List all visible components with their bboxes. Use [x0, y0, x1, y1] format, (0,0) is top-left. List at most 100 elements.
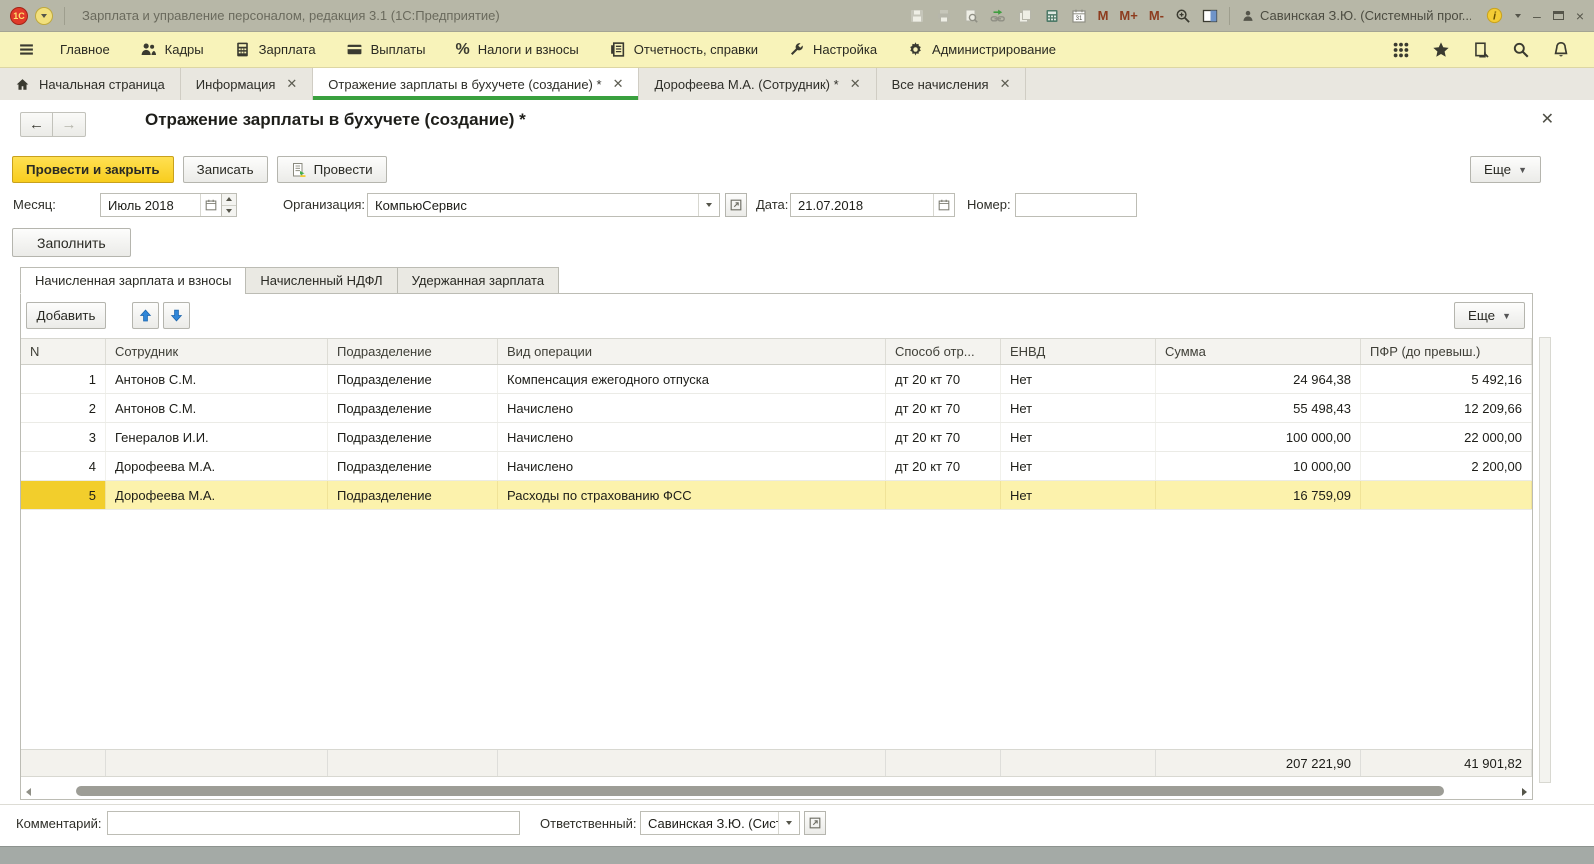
more-actions-button[interactable]: Еще ▼	[1469, 156, 1541, 183]
column-header[interactable]: Подразделение	[328, 339, 498, 364]
open-organization-button[interactable]	[725, 193, 747, 217]
table-cell-method[interactable]	[886, 481, 1001, 509]
write-button[interactable]: Записать	[182, 156, 268, 183]
table-cell-envd[interactable]: Нет	[1001, 394, 1156, 422]
search-icon[interactable]	[1512, 41, 1530, 59]
apps-grid-icon[interactable]	[1392, 41, 1410, 59]
date-input[interactable]: 21.07.2018	[790, 193, 955, 217]
calendar-icon[interactable]: 31	[1071, 8, 1087, 24]
table-row[interactable]: 5 Дорофеева М.А. Подразделение Расходы по с…	[21, 481, 1532, 510]
system-menu-chevron-icon[interactable]	[35, 6, 53, 25]
table-cell-sum[interactable]: 100 000,00	[1156, 423, 1361, 451]
table-cell-sum[interactable]: 24 964,38	[1156, 365, 1361, 393]
menu-item-главное[interactable]: Главное	[45, 32, 125, 68]
table-cell-operation[interactable]: Начислено	[498, 452, 886, 480]
memory-m+-button[interactable]: M+	[1119, 8, 1137, 23]
month-stepper[interactable]	[222, 193, 237, 217]
menu-item-кадры[interactable]: Кадры	[125, 32, 219, 68]
fill-button[interactable]: Заполнить	[12, 228, 131, 257]
table-cell-pfr[interactable]: 5 492,16	[1361, 365, 1532, 393]
window-tab[interactable]: Отражение зарплаты в бухучете (создание)…	[313, 68, 640, 100]
scroll-right-icon[interactable]	[1522, 788, 1527, 796]
table-cell-n[interactable]: 5	[21, 481, 106, 509]
menu-item-зарплата[interactable]: Зарплата	[219, 32, 331, 68]
panels-icon[interactable]	[1202, 8, 1218, 24]
memory-m--button[interactable]: M-	[1149, 8, 1164, 23]
table-row[interactable]: 1 Антонов С.М. Подразделение Компенсация еж…	[21, 365, 1532, 394]
table-cell-employee[interactable]: Дорофеева М.А.	[106, 481, 328, 509]
vertical-scrollbar[interactable]	[1539, 337, 1551, 783]
favorites-star-icon[interactable]	[1432, 41, 1450, 59]
table-cell-pfr[interactable]: 22 000,00	[1361, 423, 1532, 451]
comment-input[interactable]	[107, 811, 520, 835]
column-header[interactable]: Сотрудник	[106, 339, 328, 364]
menu-item-выплаты[interactable]: Выплаты	[331, 32, 441, 68]
table-cell-sum[interactable]: 10 000,00	[1156, 452, 1361, 480]
tab-close-icon[interactable]: ✕	[850, 76, 861, 92]
move-row-up-button[interactable]	[132, 302, 159, 329]
window-tab[interactable]: Информация ✕	[181, 68, 314, 100]
window-tab[interactable]: Все начисления ✕	[877, 68, 1027, 100]
calendar-picker-icon[interactable]	[933, 194, 954, 216]
memory-m-button[interactable]: M	[1098, 8, 1109, 23]
column-header[interactable]: Сумма	[1156, 339, 1361, 364]
save-icon[interactable]	[909, 8, 925, 24]
menu-item-администрирование[interactable]: Администрирование	[892, 32, 1071, 68]
menu-item-налоги-и-взносы[interactable]: % Налоги и взносы	[440, 32, 593, 68]
close-form-icon[interactable]: ✕	[1541, 112, 1554, 128]
main-menu-button[interactable]	[8, 32, 45, 68]
minimize-button[interactable]: –	[1533, 9, 1541, 23]
table-cell-n[interactable]: 1	[21, 365, 106, 393]
organization-dropdown-icon[interactable]	[698, 194, 719, 216]
table-cell-envd[interactable]: Нет	[1001, 365, 1156, 393]
table-cell-employee[interactable]: Генералов И.И.	[106, 423, 328, 451]
table-cell-pfr[interactable]: 2 200,00	[1361, 452, 1532, 480]
form-tab[interactable]: Удержанная зарплата	[396, 267, 560, 294]
table-cell-department[interactable]: Подразделение	[328, 452, 498, 480]
table-cell-method[interactable]: дт 20 кт 70	[886, 452, 1001, 480]
restore-button[interactable]	[1552, 11, 1564, 20]
scrollbar-thumb[interactable]	[76, 786, 1444, 796]
table-cell-sum[interactable]: 55 498,43	[1156, 394, 1361, 422]
table-cell-employee[interactable]: Антонов С.М.	[106, 365, 328, 393]
copy-link-icon[interactable]	[1017, 8, 1033, 24]
open-responsible-button[interactable]	[804, 811, 826, 835]
move-row-down-button[interactable]	[163, 302, 190, 329]
calendar-picker-icon[interactable]	[200, 194, 221, 216]
close-window-button[interactable]: ×	[1576, 9, 1584, 23]
current-user[interactable]: Савинская З.Ю. (Системный прог...	[1241, 8, 1471, 23]
calculator-icon[interactable]	[1044, 8, 1060, 24]
scroll-left-icon[interactable]	[26, 788, 31, 796]
table-cell-n[interactable]: 3	[21, 423, 106, 451]
chevron-down-icon[interactable]	[1515, 13, 1522, 18]
column-header[interactable]: Способ отр...	[886, 339, 1001, 364]
table-more-button[interactable]: Еще ▼	[1453, 302, 1525, 329]
table-cell-department[interactable]: Подразделение	[328, 423, 498, 451]
table-cell-employee[interactable]: Антонов С.М.	[106, 394, 328, 422]
column-header[interactable]: ПФР (до превыш.)	[1361, 339, 1532, 364]
tab-close-icon[interactable]: ✕	[286, 76, 297, 92]
table-cell-department[interactable]: Подразделение	[328, 365, 498, 393]
organization-input[interactable]: КомпьюСервис	[367, 193, 720, 217]
horizontal-scrollbar[interactable]	[24, 785, 1529, 797]
print-icon[interactable]	[936, 8, 952, 24]
link-icon[interactable]	[990, 8, 1006, 24]
column-header[interactable]: N	[21, 339, 106, 364]
tab-close-icon[interactable]: ✕	[613, 76, 624, 92]
table-row[interactable]: 2 Антонов С.М. Подразделение Начислено дт 20…	[21, 394, 1532, 423]
add-row-button[interactable]: Добавить	[26, 302, 106, 329]
table-cell-method[interactable]: дт 20 кт 70	[886, 423, 1001, 451]
table-cell-envd[interactable]: Нет	[1001, 481, 1156, 509]
window-tab[interactable]: Начальная страница	[0, 68, 181, 100]
zoom-icon[interactable]	[1175, 8, 1191, 24]
notifications-bell-icon[interactable]	[1552, 41, 1570, 59]
month-input[interactable]: Июль 2018	[100, 193, 222, 217]
table-cell-employee[interactable]: Дорофеева М.А.	[106, 452, 328, 480]
table-cell-department[interactable]: Подразделение	[328, 394, 498, 422]
print-preview-icon[interactable]	[963, 8, 979, 24]
table-cell-envd[interactable]: Нет	[1001, 423, 1156, 451]
form-tab[interactable]: Начисленная зарплата и взносы	[20, 267, 246, 294]
menu-item-отчетность-справки[interactable]: Отчетность, справки	[594, 32, 773, 68]
number-input[interactable]	[1015, 193, 1137, 217]
table-cell-department[interactable]: Подразделение	[328, 481, 498, 509]
